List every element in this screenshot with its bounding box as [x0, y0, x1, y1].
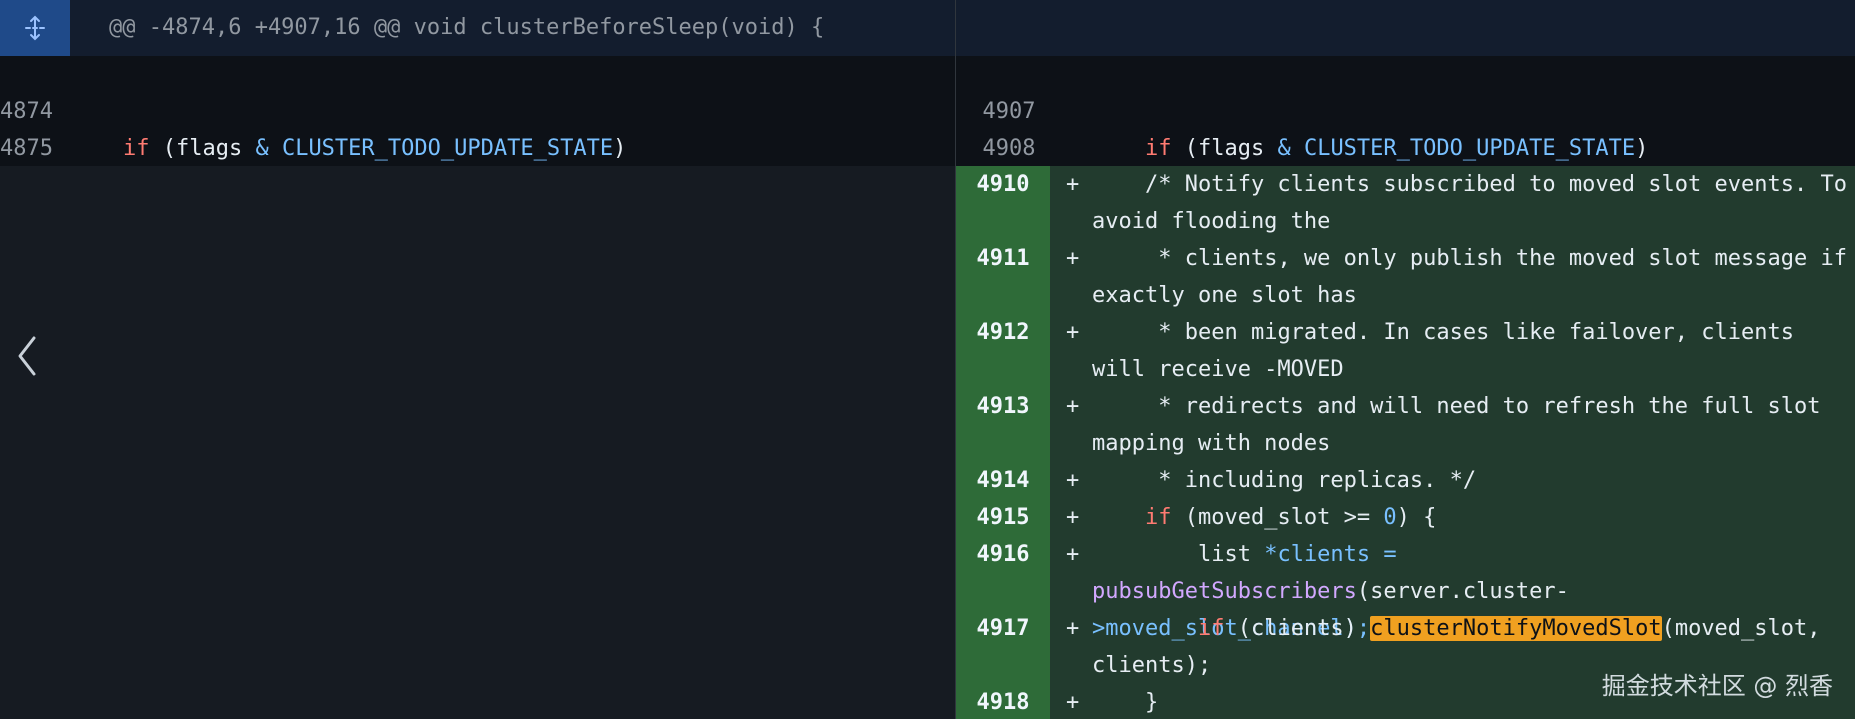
hunk-header-text: @@ -4874,6 +4907,16 @@ void clusterBefor… — [109, 15, 825, 40]
code-line: * clients, we only publish the moved slo… — [1092, 246, 1847, 308]
right-row-4907: 4907 if (flags & CLUSTER_TODO_UPDATE_STA… — [956, 56, 1855, 161]
left-row-4875: 4875 clusterUpdateState(); — [0, 93, 955, 198]
plus-sign: + — [1066, 542, 1080, 567]
watermark-text: 掘金技术社区 @ 烈香 — [1601, 672, 1833, 700]
plus-sign: + — [1066, 690, 1080, 715]
line-number[interactable]: 4912 — [956, 314, 1050, 351]
code-line: * including replicas. */ — [1092, 468, 1477, 493]
code-line: if (moved_slot >= 0) { — [1144, 505, 1437, 530]
line-number[interactable]: 4911 — [956, 240, 1050, 277]
hunk-header-bar: @@ -4874,6 +4907,16 @@ void clusterBefor… — [0, 0, 1855, 56]
line-number[interactable]: 4913 — [956, 388, 1050, 425]
left-row-4876: 4876 — [0, 130, 955, 198]
left-diff-pane: 4874 if (flags & CLUSTER_TODO_UPDATE_STA… — [0, 56, 955, 719]
right-row-4908: 4908 clusterUpdateState(); — [956, 93, 1855, 198]
code-line: /* Notify clients subscribed to moved sl… — [1092, 172, 1847, 234]
plus-sign: + — [1066, 246, 1080, 271]
added-lines-block: 4910 + /* Notify clients subscribed to m… — [956, 166, 1855, 719]
plus-sign: + — [1066, 616, 1080, 641]
left-row-4874: 4874 if (flags & CLUSTER_TODO_UPDATE_STA… — [0, 56, 955, 161]
plus-sign: + — [1066, 320, 1080, 345]
line-number[interactable]: 4916 — [956, 536, 1050, 573]
unfold-icon — [25, 15, 45, 41]
line-number[interactable]: 4918 — [956, 684, 1050, 719]
code-line: * been migrated. In cases like failover,… — [1092, 320, 1808, 382]
search-highlight: clusterNotifyMovedSlot — [1370, 616, 1662, 641]
line-number[interactable]: 4910 — [956, 166, 1050, 203]
right-diff-pane: 4907 if (flags & CLUSTER_TODO_UPDATE_STA… — [956, 56, 1855, 719]
plus-sign: + — [1066, 394, 1080, 419]
line-number[interactable]: 4915 — [956, 499, 1050, 536]
empty-placeholder-region — [0, 166, 955, 719]
plus-sign: + — [1066, 172, 1080, 197]
plus-sign: + — [1066, 468, 1080, 493]
chevron-left-icon[interactable] — [12, 334, 42, 378]
code-line: * redirects and will need to refresh the… — [1092, 394, 1834, 456]
line-number[interactable]: 4917 — [956, 610, 1050, 647]
plus-sign: + — [1066, 505, 1080, 530]
right-row-4909: 4909 — [956, 130, 1855, 198]
line-number[interactable]: 4914 — [956, 462, 1050, 499]
expand-hunk-button[interactable] — [0, 0, 70, 56]
